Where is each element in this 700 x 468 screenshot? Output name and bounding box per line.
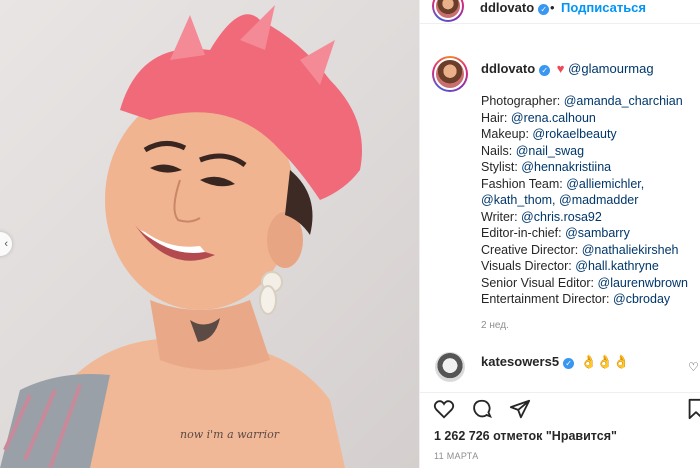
caption-line-mention[interactable]: @amanda_charchian bbox=[564, 94, 683, 108]
caption-line: Makeup: @rokaelbeauty bbox=[481, 126, 697, 143]
follow-button[interactable]: Подписаться bbox=[561, 0, 646, 15]
caption-line-label: Fashion Team: bbox=[481, 176, 567, 191]
caption-line: Photographer: @amanda_charchian bbox=[481, 93, 697, 110]
comment-bubble-icon bbox=[473, 399, 492, 418]
caption-line-mention[interactable]: @nathaliekirsheh bbox=[582, 243, 679, 257]
caption-timestamp[interactable]: 2 нед. bbox=[481, 320, 509, 331]
post-actions bbox=[420, 392, 700, 424]
caption-mention-main[interactable]: @glamourmag bbox=[568, 61, 653, 76]
header-separator: • bbox=[550, 0, 555, 15]
verified-icon: ✓ bbox=[538, 4, 550, 15]
comment-avatar[interactable] bbox=[435, 352, 465, 382]
caption-line-mention[interactable]: @hall.kathryne bbox=[575, 259, 659, 273]
caption-line-label: Photographer: bbox=[481, 94, 564, 108]
post-date[interactable]: 11 МАРТА bbox=[434, 451, 479, 461]
caption-line: Creative Director: @nathaliekirsheh bbox=[481, 242, 697, 259]
caption-line-mention[interactable]: @nail_swag bbox=[516, 144, 584, 158]
post-header: ddlovato ✓ • Подписаться bbox=[420, 0, 700, 24]
caption-line-mention[interactable]: @kath_thom, @madmadder bbox=[481, 193, 638, 207]
caption-text: Photographer: @amanda_charchian Hair: @r… bbox=[481, 93, 697, 308]
comment: katesowers5 ✓ 👌👌👌 bbox=[481, 354, 629, 370]
caption-line-label: Writer: bbox=[481, 209, 522, 224]
comment-button[interactable] bbox=[470, 397, 494, 421]
back-tattoo: now i'm a warrior bbox=[180, 428, 280, 441]
caption-line-label: Makeup: bbox=[481, 127, 533, 141]
like-button[interactable] bbox=[432, 397, 456, 421]
caption-line-mention[interactable]: @cbroday bbox=[613, 292, 670, 306]
portrait-illustration: now i'm a warrior bbox=[0, 5, 362, 468]
caption-header: ddlovato ✓ ♥ @glamourmag bbox=[481, 61, 654, 76]
caption-line-mention[interactable]: @laurenwbrown bbox=[598, 276, 689, 290]
comment-username[interactable]: katesowers5 bbox=[481, 354, 559, 369]
caption-line: Nails: @nail_swag bbox=[481, 143, 697, 160]
heart-emoji-icon: ♥ bbox=[556, 61, 565, 76]
caption-line-mention[interactable]: @alliemichler, bbox=[566, 177, 644, 191]
post-photo[interactable]: now i'm a warrior ‹ bbox=[0, 0, 419, 468]
caption-line: Writer: @chris.rosa92 bbox=[481, 209, 697, 226]
likes-count[interactable]: 1 262 726 отметок "Нравится" bbox=[434, 429, 617, 443]
caption-line-mention[interactable]: @sambarry bbox=[565, 226, 630, 240]
caption-line-mention[interactable]: @rena.calhoun bbox=[511, 111, 596, 125]
bookmark-icon bbox=[688, 398, 700, 420]
caption-line-label: Creative Director: bbox=[481, 242, 582, 257]
comment-text: 👌👌👌 bbox=[580, 354, 630, 369]
header-username[interactable]: ddlovato ✓ bbox=[480, 0, 550, 15]
chevron-left-icon: ‹ bbox=[4, 238, 8, 250]
caption-line: Editor-in-chief: @sambarry bbox=[481, 225, 697, 242]
header-avatar[interactable] bbox=[432, 0, 464, 22]
caption-username[interactable]: ddlovato bbox=[481, 61, 535, 76]
verified-icon: ✓ bbox=[539, 65, 551, 76]
caption-line: Entertainment Director: @cbroday bbox=[481, 291, 697, 308]
header-username-text[interactable]: ddlovato bbox=[480, 0, 534, 15]
caption-line: @kath_thom, @madmadder bbox=[481, 192, 697, 209]
paper-plane-icon bbox=[509, 399, 531, 419]
caption-avatar[interactable] bbox=[432, 56, 468, 92]
caption-line: Fashion Team: @alliemichler, bbox=[481, 176, 697, 193]
caption-line-mention[interactable]: @hennakristiina bbox=[521, 160, 611, 174]
caption-line: Visuals Director: @hall.kathryne bbox=[481, 258, 697, 275]
comment-like-heart-icon[interactable]: ♡ bbox=[688, 360, 699, 374]
caption-line: Hair: @rena.calhoun bbox=[481, 110, 697, 127]
caption-line-label: Editor-in-chief: bbox=[481, 226, 566, 240]
caption-line: Stylist: @hennakristiina bbox=[481, 159, 697, 176]
caption-line-mention[interactable]: @rokaelbeauty bbox=[532, 127, 616, 141]
caption-line: Senior Visual Editor: @laurenwbrown bbox=[481, 275, 697, 292]
caption-line-label: Nails: bbox=[481, 143, 516, 158]
heart-outline-icon bbox=[433, 400, 455, 419]
caption-line-label: Senior Visual Editor: bbox=[481, 275, 598, 290]
caption-line-mention[interactable]: @chris.rosa92 bbox=[521, 210, 602, 224]
post-side-panel: ddlovato ✓ • Подписаться ddlovato ✓ ♥ @gla… bbox=[419, 0, 700, 468]
save-button[interactable] bbox=[684, 397, 700, 421]
caption-line-label: Stylist: bbox=[481, 160, 522, 174]
share-button[interactable] bbox=[508, 397, 532, 421]
caption-line-label: Entertainment Director: bbox=[481, 292, 613, 306]
caption-line-label: Visuals Director: bbox=[481, 259, 576, 273]
caption-line-label: Hair: bbox=[481, 110, 511, 125]
verified-icon: ✓ bbox=[563, 358, 575, 369]
